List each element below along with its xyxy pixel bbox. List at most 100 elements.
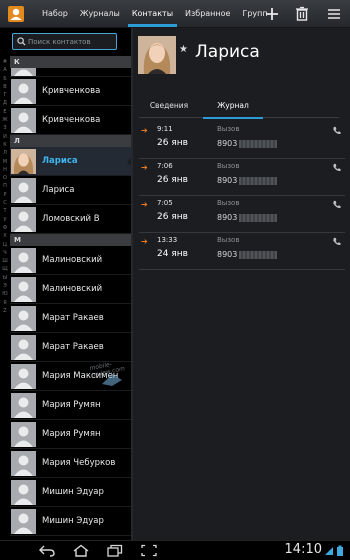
index-letter[interactable]: Л (0, 149, 10, 157)
detail-tabs: Сведения Журнал (139, 98, 339, 119)
add-contact-icon[interactable] (262, 4, 282, 24)
index-letter[interactable]: М (0, 158, 10, 166)
index-letter[interactable]: # (0, 58, 10, 66)
contact-row[interactable]: Лариса (10, 176, 131, 205)
index-letter[interactable]: Ф (0, 224, 10, 232)
tab-1[interactable]: Журналы (74, 0, 126, 27)
contact-row[interactable]: Кривченкова (10, 106, 131, 135)
contact-name-label: Лариса (42, 156, 78, 166)
contact-name-label: Мария Румян (42, 400, 101, 410)
index-letter[interactable]: Р (0, 191, 10, 199)
index-letter[interactable]: Ж (0, 116, 10, 124)
alphabet-index[interactable]: # А Б В Г Д Е Ж З И К Л М Н О П Р С Т У Ф Х Ц Ч Ш Щ Ы Э Ю Я Z (0, 58, 10, 315)
call-number: 8903 (217, 139, 238, 148)
contact-row[interactable]: Малиновский (10, 246, 131, 275)
back-icon[interactable] (38, 544, 56, 557)
index-letter[interactable]: Э (0, 282, 10, 290)
phone-icon[interactable] (332, 237, 341, 246)
call-log-entry[interactable]: ➔ 7:05 26 янв Вызов 8903 (139, 196, 345, 233)
index-letter[interactable]: Д (0, 99, 10, 107)
index-letter[interactable]: Е (0, 108, 10, 116)
contact-row[interactable]: Лариса (10, 147, 131, 176)
index-letter[interactable]: И (0, 133, 10, 141)
index-letter[interactable]: А (0, 66, 10, 74)
tab-2[interactable]: Контакты (126, 0, 179, 27)
index-letter[interactable]: Ш (0, 257, 10, 265)
contact-list[interactable]: К Кривченкова Кривченкова Л Лариса Лариса Ломо… (10, 56, 131, 536)
contact-name-label: Мария Чебурков (42, 458, 116, 468)
system-bar: 14:10 (0, 540, 350, 560)
contact-row[interactable]: Мария Румян (10, 420, 131, 449)
contact-name-label: Лариса (42, 185, 75, 195)
call-log-entry[interactable]: ➔ 7:06 26 янв Вызов 8903 (139, 159, 345, 196)
index-letter[interactable]: Т (0, 207, 10, 215)
call-log-entry[interactable]: ➔ 13:33 24 янв Вызов 8903 (139, 233, 345, 270)
avatar-placeholder-icon (11, 79, 36, 104)
clock: 14:10 (284, 542, 322, 557)
contact-row[interactable]: Мария Румян (10, 391, 131, 420)
index-letter[interactable]: Щ (0, 265, 10, 273)
home-icon[interactable] (72, 544, 90, 557)
call-time: 9:11 (157, 125, 173, 133)
contact-row[interactable]: Марат Ракаев (10, 333, 131, 362)
index-letter[interactable]: В (0, 83, 10, 91)
search-input[interactable] (28, 35, 114, 48)
avatar-placeholder-icon (11, 277, 36, 302)
index-letter[interactable]: У (0, 216, 10, 224)
avatar-placeholder-icon (11, 178, 36, 203)
phone-icon[interactable] (332, 200, 341, 209)
avatar-placeholder-icon (11, 509, 36, 534)
avatar-placeholder-icon (11, 306, 36, 331)
contact-photo[interactable] (138, 36, 176, 74)
index-letter[interactable]: К (0, 141, 10, 149)
section-header: М (10, 234, 131, 246)
contact-name-label: Кривченкова (42, 86, 101, 96)
contact-row[interactable]: Кривченкова (10, 77, 131, 106)
index-letter[interactable]: Ы (0, 274, 10, 282)
contact-row[interactable]: Мишин Эдуар (10, 478, 131, 507)
index-letter[interactable]: С (0, 199, 10, 207)
outgoing-call-icon: ➔ (141, 200, 148, 209)
index-letter[interactable]: З (0, 124, 10, 132)
contact-row[interactable]: Марат Ракаев (10, 304, 131, 333)
tab-3[interactable]: Избранное (179, 0, 236, 27)
index-letter[interactable]: Х (0, 232, 10, 240)
call-time: 7:06 (157, 162, 173, 170)
tab-0[interactable]: Набор (36, 0, 74, 27)
contact-name-label: Марат Ракаев (42, 313, 104, 323)
favorite-star-icon[interactable]: ★ (179, 44, 188, 55)
call-date: 26 янв (157, 212, 188, 222)
index-letter[interactable]: Г (0, 91, 10, 99)
contact-row[interactable] (10, 68, 131, 77)
menu-icon[interactable] (324, 4, 344, 24)
phone-icon[interactable] (332, 126, 341, 135)
number-redaction (239, 251, 277, 259)
tab-journal[interactable]: Журнал (203, 98, 263, 119)
index-letter[interactable]: Б (0, 75, 10, 83)
screenshot-icon[interactable] (140, 544, 158, 557)
contacts-app-icon[interactable] (6, 4, 26, 24)
avatar-placeholder-icon (11, 108, 36, 133)
section-header: К (10, 56, 131, 68)
index-letter[interactable]: П (0, 182, 10, 190)
index-letter[interactable]: Н (0, 166, 10, 174)
index-letter[interactable]: Ю (0, 290, 10, 298)
tab-info[interactable]: Сведения (139, 98, 199, 118)
delete-icon[interactable] (292, 4, 312, 24)
index-letter[interactable]: Я (0, 299, 10, 307)
contact-row[interactable]: Мишин Эдуар (10, 507, 131, 536)
contact-row[interactable]: Ломовский В (10, 205, 131, 234)
call-log-entry[interactable]: ➔ 9:11 26 янв Вызов 8903 (139, 122, 345, 159)
call-date: 26 янв (157, 175, 188, 185)
contact-row[interactable]: Малиновский (10, 275, 131, 304)
index-letter[interactable]: Ч (0, 249, 10, 257)
phone-icon[interactable] (332, 163, 341, 172)
index-letter[interactable]: Ц (0, 241, 10, 249)
contact-name-label: Мишин Эдуар (42, 516, 104, 526)
index-letter[interactable]: О (0, 174, 10, 182)
contact-row[interactable]: Мария Чебурков (10, 449, 131, 478)
call-number: 8903 (217, 176, 238, 185)
index-letter[interactable]: Z (0, 307, 10, 315)
search-box[interactable] (12, 33, 117, 50)
recent-apps-icon[interactable] (106, 544, 124, 557)
